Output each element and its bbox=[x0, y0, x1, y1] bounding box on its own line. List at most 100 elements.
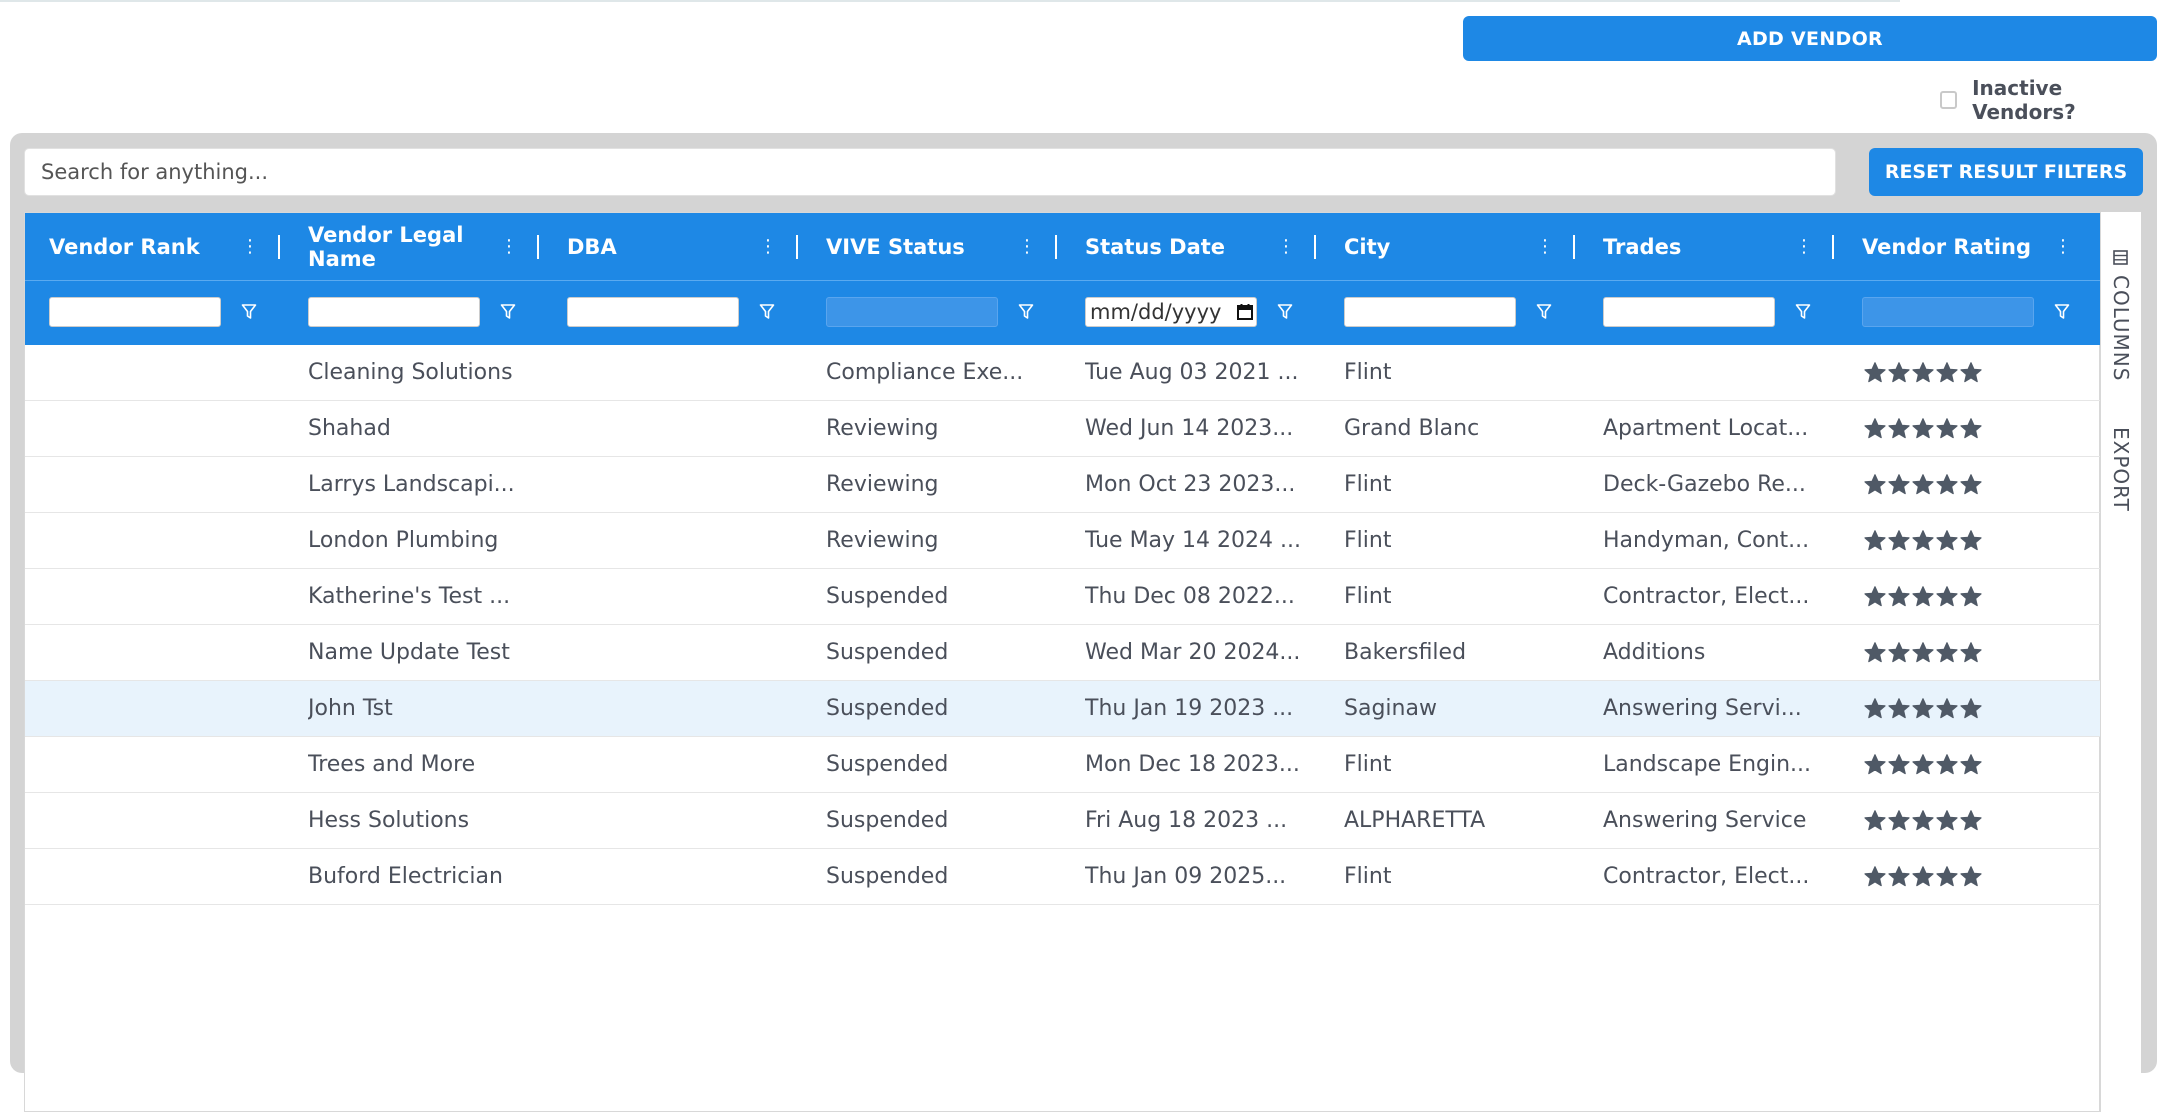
cell-dba[interactable] bbox=[567, 401, 786, 457]
table-row[interactable]: Hess Solutions Suspended Fri Aug 18 2023 .… bbox=[25, 793, 2101, 849]
table-row[interactable]: London Plumbing Reviewing Tue May 14 2024 … bbox=[25, 513, 2101, 569]
column-filter-input[interactable] bbox=[49, 297, 221, 327]
cell-rank[interactable] bbox=[49, 681, 268, 737]
cell-rank[interactable] bbox=[49, 513, 268, 569]
column-header-5[interactable]: City ⋮ bbox=[1320, 213, 1579, 345]
cell-status[interactable]: Suspended bbox=[826, 737, 1045, 793]
cell-status[interactable]: Compliance Exe... bbox=[826, 345, 1045, 401]
vertical-dots-icon[interactable]: ⋮ bbox=[1018, 233, 1036, 261]
funnel-icon[interactable] bbox=[241, 303, 257, 321]
cell-name[interactable]: Shahad bbox=[308, 401, 527, 457]
column-filter-input[interactable] bbox=[567, 297, 739, 327]
cell-date[interactable]: Tue May 14 2024 ... bbox=[1085, 513, 1304, 569]
column-resize-handle[interactable] bbox=[1832, 235, 1834, 259]
inactive-vendors-toggle[interactable]: Inactive Vendors? bbox=[1940, 76, 2160, 124]
cell-date[interactable]: Wed Mar 20 2024... bbox=[1085, 625, 1304, 681]
table-row[interactable]: Cleaning Solutions Compliance Exe... Tue A… bbox=[25, 345, 2101, 401]
table-row[interactable]: Shahad Reviewing Wed Jun 14 2023... Grand B… bbox=[25, 401, 2101, 457]
cell-city[interactable]: Flint bbox=[1344, 513, 1563, 569]
column-header-7[interactable]: Vendor Rating ⋮ bbox=[1838, 213, 2097, 345]
cell-date[interactable]: Wed Jun 14 2023... bbox=[1085, 401, 1304, 457]
cell-rank[interactable] bbox=[49, 569, 268, 625]
cell-trades[interactable]: Answering Servi... bbox=[1603, 681, 1822, 737]
cell-city[interactable]: Bakersfiled bbox=[1344, 625, 1563, 681]
vertical-dots-icon[interactable]: ⋮ bbox=[500, 233, 518, 261]
column-header-0[interactable]: Vendor Rank ⋮ bbox=[25, 213, 284, 345]
cell-rank[interactable] bbox=[49, 849, 268, 905]
column-filter-input[interactable] bbox=[1344, 297, 1516, 327]
cell-name[interactable]: John Tst bbox=[308, 681, 527, 737]
table-row[interactable]: Katherine's Test ... Suspended Thu Dec 08 … bbox=[25, 569, 2101, 625]
cell-city[interactable]: Flint bbox=[1344, 345, 1563, 401]
vertical-dots-icon[interactable]: ⋮ bbox=[1795, 233, 1813, 261]
cell-dba[interactable] bbox=[567, 625, 786, 681]
cell-name[interactable]: Larrys Landscapi... bbox=[308, 457, 527, 513]
add-vendor-button[interactable]: ADD VENDOR bbox=[1463, 16, 2157, 61]
cell-status[interactable]: Suspended bbox=[826, 681, 1045, 737]
cell-trades[interactable]: Contractor, Elect... bbox=[1603, 849, 1822, 905]
cell-status[interactable]: Suspended bbox=[826, 849, 1045, 905]
cell-status[interactable]: Reviewing bbox=[826, 401, 1045, 457]
funnel-icon[interactable] bbox=[759, 303, 775, 321]
cell-date[interactable]: Fri Aug 18 2023 ... bbox=[1085, 793, 1304, 849]
cell-dba[interactable] bbox=[567, 569, 786, 625]
cell-name[interactable]: London Plumbing bbox=[308, 513, 527, 569]
cell-trades[interactable]: Handyman, Cont... bbox=[1603, 513, 1822, 569]
vertical-dots-icon[interactable]: ⋮ bbox=[759, 233, 777, 261]
column-resize-handle[interactable] bbox=[1314, 235, 1316, 259]
table-row[interactable]: Buford Electrician Suspended Thu Jan 09 20… bbox=[25, 849, 2101, 905]
cell-date[interactable]: Mon Dec 18 2023... bbox=[1085, 737, 1304, 793]
cell-trades[interactable]: Additions bbox=[1603, 625, 1822, 681]
cell-date[interactable]: Thu Dec 08 2022... bbox=[1085, 569, 1304, 625]
cell-dba[interactable] bbox=[567, 849, 786, 905]
funnel-icon[interactable] bbox=[1277, 303, 1293, 321]
cell-city[interactable]: Flint bbox=[1344, 849, 1563, 905]
cell-rank[interactable] bbox=[49, 401, 268, 457]
cell-trades[interactable]: Deck-Gazebo Re... bbox=[1603, 457, 1822, 513]
funnel-icon[interactable] bbox=[2054, 303, 2070, 321]
table-row[interactable]: Trees and More Suspended Mon Dec 18 2023..… bbox=[25, 737, 2101, 793]
table-row[interactable]: Larrys Landscapi... Reviewing Mon Oct 23 2… bbox=[25, 457, 2101, 513]
cell-rank[interactable] bbox=[49, 457, 268, 513]
cell-rank[interactable] bbox=[49, 345, 268, 401]
funnel-icon[interactable] bbox=[1795, 303, 1811, 321]
column-resize-handle[interactable] bbox=[1055, 235, 1057, 259]
column-resize-handle[interactable] bbox=[1573, 235, 1575, 259]
cell-city[interactable]: Flint bbox=[1344, 457, 1563, 513]
cell-dba[interactable] bbox=[567, 457, 786, 513]
funnel-icon[interactable] bbox=[1018, 303, 1034, 321]
cell-status[interactable]: Reviewing bbox=[826, 457, 1045, 513]
cell-rank[interactable] bbox=[49, 793, 268, 849]
inactive-vendors-checkbox[interactable] bbox=[1940, 91, 1958, 109]
column-header-3[interactable]: VIVE Status ⋮ bbox=[802, 213, 1061, 345]
table-row[interactable]: Name Update Test Suspended Wed Mar 20 2024… bbox=[25, 625, 2101, 681]
cell-rank[interactable] bbox=[49, 737, 268, 793]
cell-trades[interactable]: Landscape Engin... bbox=[1603, 737, 1822, 793]
funnel-icon[interactable] bbox=[500, 303, 516, 321]
cell-dba[interactable] bbox=[567, 345, 786, 401]
cell-rank[interactable] bbox=[49, 625, 268, 681]
cell-name[interactable]: Cleaning Solutions bbox=[308, 345, 527, 401]
column-title[interactable]: City bbox=[1344, 221, 1519, 273]
cell-date[interactable]: Thu Jan 19 2023 ... bbox=[1085, 681, 1304, 737]
table-row[interactable]: John Tst Suspended Thu Jan 19 2023 ... Sagi… bbox=[25, 681, 2101, 737]
cell-city[interactable]: Flint bbox=[1344, 569, 1563, 625]
vertical-dots-icon[interactable]: ⋮ bbox=[2054, 233, 2072, 261]
cell-name[interactable]: Hess Solutions bbox=[308, 793, 527, 849]
cell-trades[interactable]: Answering Service bbox=[1603, 793, 1822, 849]
columns-tab[interactable]: COLUMNS bbox=[2101, 212, 2141, 382]
column-resize-handle[interactable] bbox=[796, 235, 798, 259]
column-resize-handle[interactable] bbox=[278, 235, 280, 259]
column-title[interactable]: Vendor Legal Name bbox=[308, 221, 483, 273]
cell-trades[interactable]: Contractor, Elect... bbox=[1603, 569, 1822, 625]
column-resize-handle[interactable] bbox=[537, 235, 539, 259]
vertical-dots-icon[interactable]: ⋮ bbox=[1277, 233, 1295, 261]
cell-trades[interactable] bbox=[1603, 345, 1822, 401]
cell-date[interactable]: Thu Jan 09 2025... bbox=[1085, 849, 1304, 905]
column-title[interactable]: DBA bbox=[567, 221, 742, 273]
column-title[interactable]: VIVE Status bbox=[826, 221, 1001, 273]
column-filter-input[interactable]: mm/dd/yyyy bbox=[1085, 297, 1257, 327]
cell-dba[interactable] bbox=[567, 513, 786, 569]
search-input[interactable]: Search for anything... bbox=[24, 148, 1836, 196]
reset-result-filters-button[interactable]: RESET RESULT FILTERS bbox=[1869, 148, 2143, 196]
